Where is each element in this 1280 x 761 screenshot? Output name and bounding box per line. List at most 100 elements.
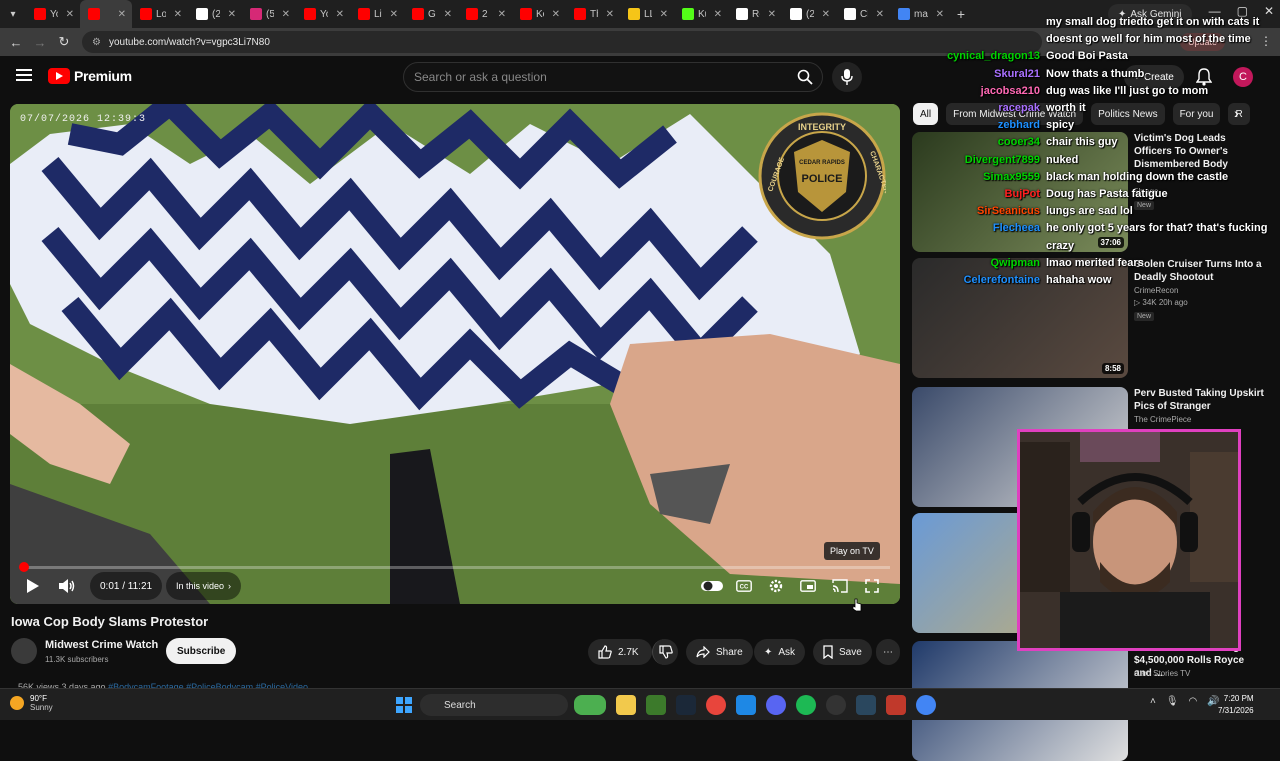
browser-tab[interactable]: 2 m ✕ [458,0,512,28]
save-button[interactable]: Save [813,639,872,665]
tab-close-icon[interactable]: ✕ [660,9,668,20]
voice-search-button[interactable] [832,62,862,92]
file-explorer-icon[interactable] [616,695,636,715]
steam-icon-2[interactable] [856,695,876,715]
browser-tab[interactable]: (21 ✕ [188,0,242,28]
video-player[interactable]: 07/07/2026 12:39:3 INTEGRITY CEDAR RAPID… [10,104,900,604]
tab-close-icon[interactable]: ✕ [336,9,344,20]
miniplayer-button[interactable] [796,574,820,598]
recommended-title[interactable]: Perv Busted Taking Upskirt Pics of Stran… [1134,387,1264,413]
progress-scrubber[interactable] [19,562,29,572]
tab-close-icon[interactable]: ✕ [174,9,182,20]
minecraft-icon[interactable] [646,695,666,715]
close-window-icon[interactable]: ✕ [1264,4,1274,18]
url-field[interactable]: ⚙ youtube.com/watch?v=vgpc3Li7N80 [82,31,1042,53]
site-info-icon[interactable]: ⚙ [92,37,101,48]
channel-name[interactable]: Midwest Crime Watch [45,639,158,651]
browser-tab[interactable]: Girl ✕ [404,0,458,28]
menu-icon[interactable] [16,69,32,81]
tab-close-icon[interactable]: ✕ [552,9,560,20]
browser-tab[interactable]: man kil ✕ [890,0,950,28]
recommended-channel[interactable]: Cam Stories TV [1134,669,1190,678]
filter-chip[interactable]: Politics News [1091,103,1165,125]
fullscreen-button[interactable] [860,574,884,598]
tab-close-icon[interactable]: ✕ [936,9,944,20]
like-button[interactable]: 2.7K [588,639,652,665]
clock[interactable]: 7:20 PM 7/31/2026 [1218,693,1254,717]
widgets-icon[interactable] [574,695,606,715]
browser-tab[interactable]: You ✕ [296,0,350,28]
ask-button[interactable]: ✦ Ask [754,639,806,665]
progress-bar[interactable] [19,562,890,572]
more-actions-button[interactable]: ⋯ [876,639,900,665]
youtube-premium-logo[interactable]: Premium [48,68,132,84]
filter-chip[interactable]: R [1228,103,1250,125]
tab-close-icon[interactable]: ✕ [714,9,722,20]
tab-close-icon[interactable]: ✕ [282,9,290,20]
recommended-title[interactable]: Stolen Cruiser Turns Into a Deadly Shoot… [1134,258,1264,284]
browser-tab[interactable]: You ✕ [26,0,80,28]
weather-widget[interactable]: 90°F Sunny [10,694,53,712]
channel-avatar[interactable] [11,638,37,664]
browser-tab[interactable]: Chi ✕ [836,0,890,28]
taskbar-search[interactable]: Search [420,694,568,716]
share-button[interactable]: Share [686,639,753,665]
tab-close-icon[interactable]: ✕ [390,9,398,20]
search-button[interactable] [790,62,820,92]
browser-tab[interactable]: Lof ✕ [132,0,188,28]
tab-close-icon[interactable]: ✕ [498,9,506,20]
search-input[interactable]: Search or ask a question [403,62,823,92]
forward-icon[interactable]: → [28,35,52,50]
app-icon[interactable] [736,695,756,715]
tab-close-icon[interactable]: ✕ [66,9,74,20]
autoplay-toggle[interactable] [700,574,724,598]
dislike-button[interactable] [652,639,678,665]
chrome-active-icon[interactable] [916,695,936,715]
tab-close-icon[interactable]: ✕ [228,9,236,20]
chevron-up-icon[interactable]: ˄ [1150,696,1156,707]
tab-close-icon[interactable]: ✕ [444,9,452,20]
filter-chip[interactable]: All [913,103,939,125]
browser-tab[interactable]: (5) ✕ [242,0,296,28]
browser-tab[interactable]: ✕ [80,0,132,28]
browser-menu-icon[interactable]: ⋮ [1260,34,1272,48]
browser-tab[interactable]: Kul ✕ [674,0,728,28]
browser-tab[interactable]: (21 ✕ [782,0,836,28]
new-tab-button[interactable]: + [950,6,972,22]
cast-button[interactable] [828,574,852,598]
windows-start-icon[interactable] [396,697,412,713]
browser-tab[interactable]: LLA ✕ [620,0,674,28]
back-icon[interactable]: ← [4,35,28,50]
play-button[interactable] [20,572,46,600]
tab-search-button[interactable]: ▾ [0,9,26,20]
browser-tab[interactable]: R- ✕ [728,0,782,28]
discord-icon[interactable] [766,695,786,715]
browser-tab[interactable]: Koa ✕ [512,0,566,28]
subscribe-button[interactable]: Subscribe [166,638,237,664]
app-icon-2[interactable] [886,695,906,715]
microphone-tray-icon[interactable]: 🎙 [1166,696,1179,707]
tab-close-icon[interactable]: ✕ [822,9,830,20]
recommended-title[interactable]: Victim's Dog Leads Officers To Owner's D… [1134,132,1264,171]
browser-tab[interactable]: The ✕ [566,0,620,28]
chrome-icon[interactable] [706,695,726,715]
notifications-bell-icon[interactable] [1195,68,1213,86]
recommended-channel[interactable]: The CrimePiece [1134,415,1191,424]
wifi-icon[interactable]: ◠ [1189,696,1198,707]
tab-close-icon[interactable]: ✕ [118,9,126,20]
browser-tab[interactable]: Litt ✕ [350,0,404,28]
tab-close-icon[interactable]: ✕ [606,9,614,20]
tab-close-icon[interactable]: ✕ [768,9,776,20]
recommended-channel[interactable]: CrimeRecon [1134,286,1178,295]
steam-icon[interactable] [676,695,696,715]
chevron-right-icon[interactable]: › [1234,105,1239,121]
chapters-button[interactable]: In this video › [166,572,242,600]
account-avatar[interactable]: C [1233,67,1253,87]
tab-close-icon[interactable]: ✕ [876,9,884,20]
captions-button[interactable]: CC [732,574,756,598]
obs-icon[interactable] [826,695,846,715]
settings-button[interactable] [764,574,788,598]
spotify-icon[interactable] [796,695,816,715]
filter-chip[interactable]: For you [1172,103,1221,125]
volume-button[interactable] [54,572,80,600]
